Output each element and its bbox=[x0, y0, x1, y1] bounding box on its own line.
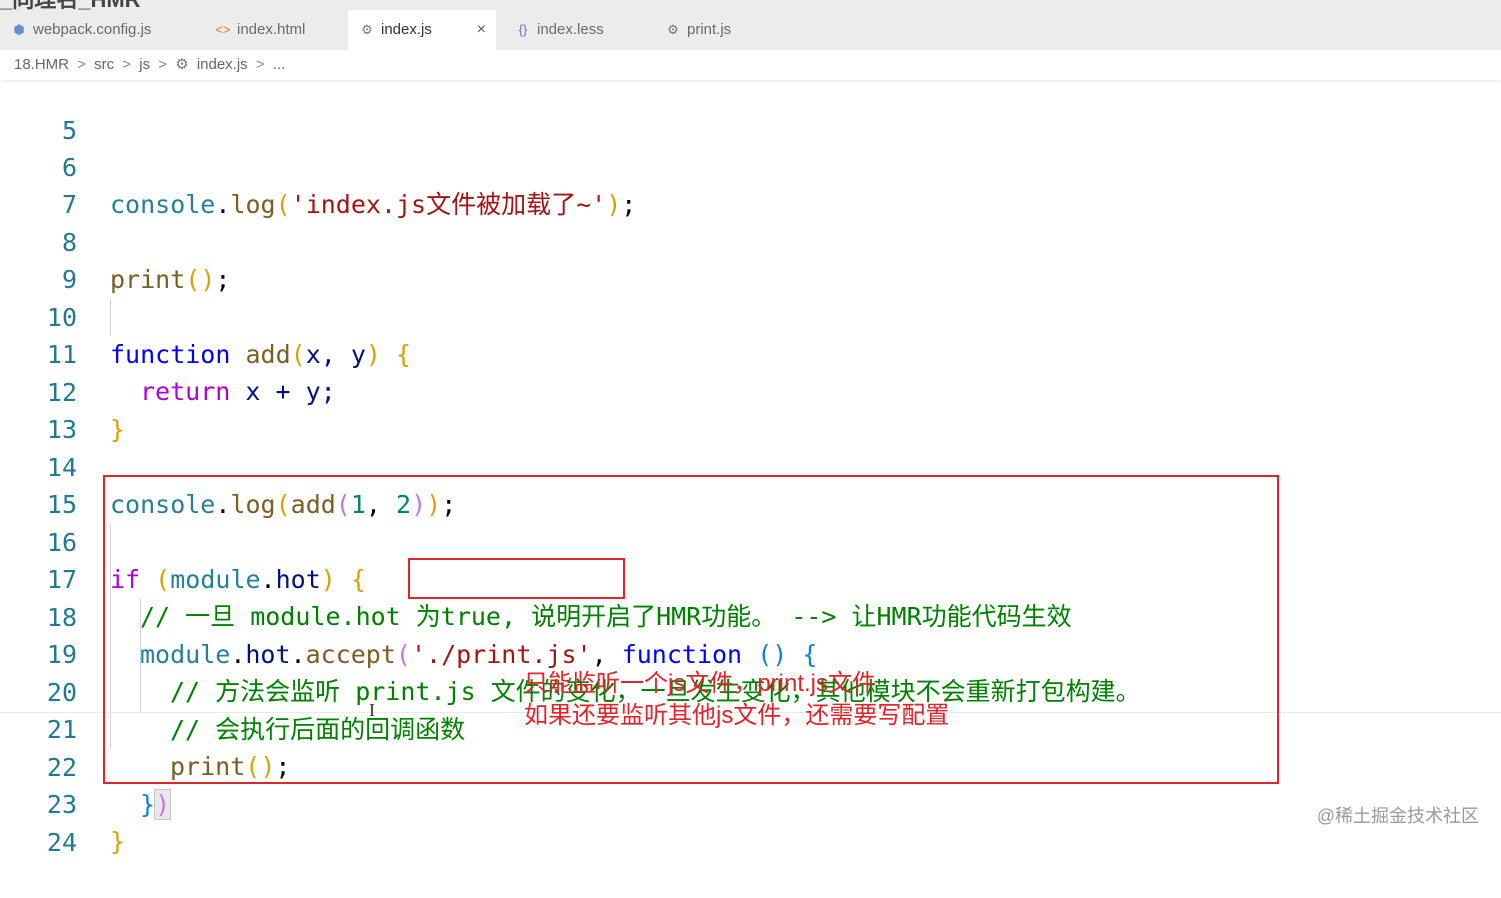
gear-icon: ⚙ bbox=[361, 22, 373, 37]
breadcrumb-item-more[interactable]: ... bbox=[273, 56, 286, 73]
breadcrumb-item-project[interactable]: 18.HMR bbox=[14, 56, 69, 73]
code-line: 8 print(); bbox=[0, 187, 1501, 294]
tab-label: webpack.config.js bbox=[33, 21, 152, 38]
code-line: 7 bbox=[0, 149, 1501, 219]
tab-label: index.html bbox=[237, 21, 306, 38]
chevron-right-icon: > bbox=[158, 56, 168, 73]
html-icon: <> bbox=[215, 22, 231, 37]
close-icon[interactable]: × bbox=[477, 10, 486, 50]
window-title: _同理名_HMR bbox=[0, 0, 141, 10]
annotation-line-1: 只能监听一个js文件，print.js文件 bbox=[524, 670, 877, 697]
code-line: 11 return x + y; bbox=[0, 299, 1501, 406]
braces-icon: {} bbox=[518, 22, 528, 37]
chevron-right-icon: > bbox=[122, 56, 132, 73]
tab-index-less[interactable]: {} index.less bbox=[504, 10, 652, 50]
highlight-box bbox=[103, 475, 1279, 784]
watermark: @稀土掘金技术社区 bbox=[1316, 806, 1479, 826]
breadcrumb-item-src[interactable]: src bbox=[94, 56, 114, 73]
gear-icon: ⚙ bbox=[175, 56, 189, 73]
tab-label: index.less bbox=[537, 21, 604, 38]
text-cursor-icon: I bbox=[369, 700, 375, 720]
token: } bbox=[110, 827, 126, 856]
chevron-right-icon: > bbox=[77, 56, 86, 73]
code-text: } bbox=[110, 823, 125, 860]
code-line: 10 function add(x, y) { bbox=[0, 262, 1501, 369]
gear-icon: ⚙ bbox=[667, 22, 679, 37]
highlight-box-path bbox=[408, 558, 625, 599]
code-line: 6 console.log('index.js文件被加载了~'); bbox=[0, 112, 1501, 219]
tab-index-js[interactable]: ⚙ index.js × bbox=[348, 10, 496, 50]
tab-index-html[interactable]: <> index.html bbox=[204, 10, 346, 50]
annotation-line-2: 如果还要监听其他js文件，还需要写配置 bbox=[524, 702, 950, 729]
tab-print-js[interactable]: ⚙ print.js bbox=[654, 10, 794, 50]
breadcrumb-item-js[interactable]: js bbox=[139, 56, 150, 73]
tab-label: print.js bbox=[687, 21, 732, 38]
chevron-right-icon: > bbox=[255, 56, 265, 73]
tab-label: index.js bbox=[381, 21, 432, 38]
indent-guide bbox=[110, 299, 111, 336]
code-line: 9 bbox=[0, 224, 1501, 294]
tab-webpack-config[interactable]: ⬢ webpack.config.js bbox=[0, 10, 194, 50]
code-line: 14 console.log(add(1, 2)); bbox=[0, 412, 1501, 519]
code-line: 13 bbox=[0, 374, 1501, 444]
code-line: 24 bbox=[0, 787, 1501, 857]
code-line: 12 } bbox=[0, 337, 1501, 444]
line-number: 24 bbox=[46, 828, 77, 857]
code-line: 5 bbox=[0, 75, 1501, 145]
breadcrumb-item-file[interactable]: index.js bbox=[197, 56, 248, 73]
webpack-icon: ⬢ bbox=[13, 22, 25, 37]
